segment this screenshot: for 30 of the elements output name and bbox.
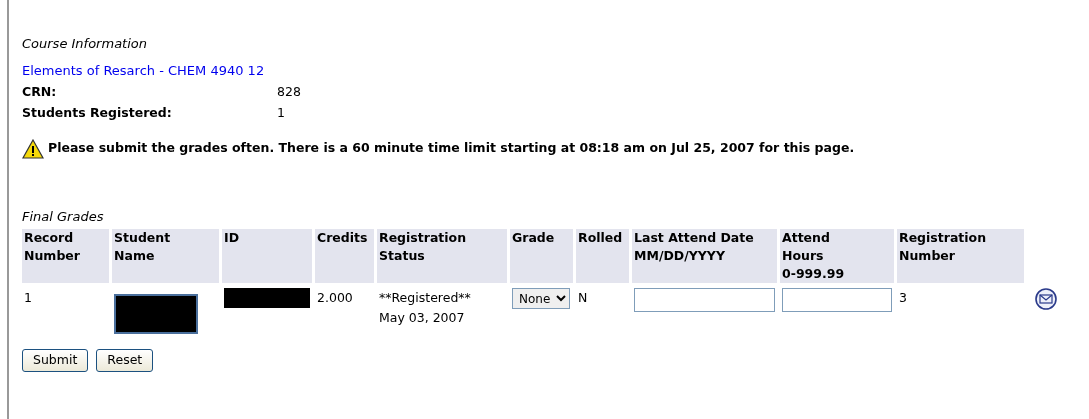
column-header: Rolled — [576, 229, 629, 283]
grade-dropdown[interactable]: None — [512, 288, 570, 309]
column-header: Credits — [315, 229, 374, 283]
section-heading: Course Information — [22, 35, 148, 53]
column-header: Attend Hours 0-999.99 — [780, 229, 894, 283]
field-label: Students Registered: — [22, 103, 173, 122]
table-cell: 2.000 — [317, 290, 353, 305]
column-header: Last Attend Date MM/DD/YYYY — [632, 229, 777, 283]
column-header: Student Name — [112, 229, 219, 283]
column-header: Registration Status — [377, 229, 507, 283]
column-header: Record Number — [22, 229, 109, 283]
table-cell: 1 — [24, 290, 32, 305]
column-header: ID — [222, 229, 312, 283]
form-button[interactable]: Reset — [96, 349, 154, 372]
table-cell: 3 — [899, 290, 907, 305]
column-header: Grade — [510, 229, 573, 283]
warning-message: Please submit the grades often. There is a 60 minute time limit starting at 08:18 am on Jul 25, 2007 for this page. — [48, 139, 855, 158]
field-label: CRN: — [22, 82, 58, 101]
form-button[interactable]: Submit — [22, 349, 89, 372]
table-cell: N — [578, 290, 588, 305]
field-value: 1 — [277, 103, 285, 122]
section-heading: Final Grades — [22, 207, 105, 226]
table-cell: **Registered** May 03, 2007 — [379, 290, 471, 325]
field-value: 828 — [277, 82, 301, 101]
email-icon[interactable] — [1035, 288, 1057, 310]
warning-icon — [22, 138, 44, 159]
date-input-field[interactable] — [634, 288, 775, 312]
hours-input-field[interactable] — [782, 288, 892, 312]
course-link[interactable]: Elements of Resarch - CHEM 4940 12 — [22, 62, 265, 78]
column-header: Registration Number — [897, 229, 1024, 283]
